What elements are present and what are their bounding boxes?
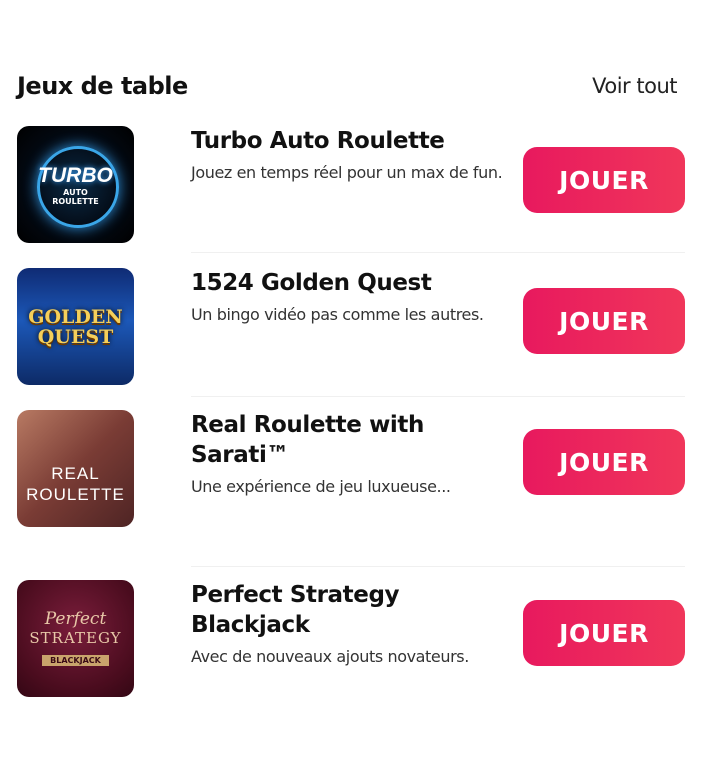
game-info: Turbo Auto Roulette Jouez en temps réel …: [191, 126, 511, 184]
game-description: Une expérience de jeu luxueuse...: [191, 477, 451, 496]
game-info: Perfect Strategy Blackjack Avec de nouve…: [191, 580, 511, 668]
play-button[interactable]: JOUER: [523, 147, 685, 213]
game-title: Real Roulette with Sarati™: [191, 412, 424, 468]
divider: [191, 252, 685, 253]
game-title: Perfect Strategy Blackjack: [191, 582, 400, 638]
play-button[interactable]: JOUER: [523, 600, 685, 666]
game-row[interactable]: REAL ROULETTE Real Roulette with Sarati™…: [17, 410, 685, 528]
thumbnail-badge: BLACKJACK: [42, 655, 109, 666]
thumbnail-subtitle: ROULETTE: [52, 196, 99, 206]
game-thumbnail[interactable]: Perfect STRATEGY BLACKJACK: [17, 580, 134, 697]
section-header: Jeux de table Voir tout: [17, 68, 677, 104]
thumbnail-title: GOLDEN: [28, 305, 123, 328]
game-row[interactable]: GOLDEN QUEST 1524 Golden Quest Un bingo …: [17, 268, 685, 386]
game-thumbnail[interactable]: GOLDEN QUEST: [17, 268, 134, 385]
thumbnail-title: Perfect: [44, 609, 107, 629]
game-title: Turbo Auto Roulette: [191, 128, 445, 154]
play-button[interactable]: JOUER: [523, 288, 685, 354]
thumbnail-subtitle: ROULETTE: [26, 484, 125, 504]
game-description: Avec de nouveaux ajouts novateurs.: [191, 647, 469, 666]
divider: [191, 396, 685, 397]
game-thumbnail[interactable]: REAL ROULETTE: [17, 410, 134, 527]
section-title: Jeux de table: [17, 72, 188, 100]
thumbnail-subtitle: QUEST: [37, 325, 114, 348]
see-all-link[interactable]: Voir tout: [592, 74, 677, 98]
game-description: Jouez en temps réel pour un max de fun.: [191, 163, 503, 182]
divider: [191, 566, 685, 567]
thumbnail-subtitle: AUTO: [63, 187, 88, 197]
game-row[interactable]: Perfect STRATEGY BLACKJACK Perfect Strat…: [17, 580, 685, 698]
thumbnail-title: REAL: [51, 463, 100, 483]
game-thumbnail[interactable]: TURBO AUTO ROULETTE: [17, 126, 134, 243]
game-info: Real Roulette with Sarati™ Une expérienc…: [191, 410, 511, 498]
play-button[interactable]: JOUER: [523, 429, 685, 495]
thumbnail-subtitle: STRATEGY: [29, 629, 122, 647]
game-title: 1524 Golden Quest: [191, 270, 432, 296]
thumbnail-title: TURBO: [38, 163, 113, 187]
game-description: Un bingo vidéo pas comme les autres.: [191, 305, 484, 324]
game-row[interactable]: TURBO AUTO ROULETTE Turbo Auto Roulette …: [17, 126, 685, 244]
game-info: 1524 Golden Quest Un bingo vidéo pas com…: [191, 268, 511, 326]
